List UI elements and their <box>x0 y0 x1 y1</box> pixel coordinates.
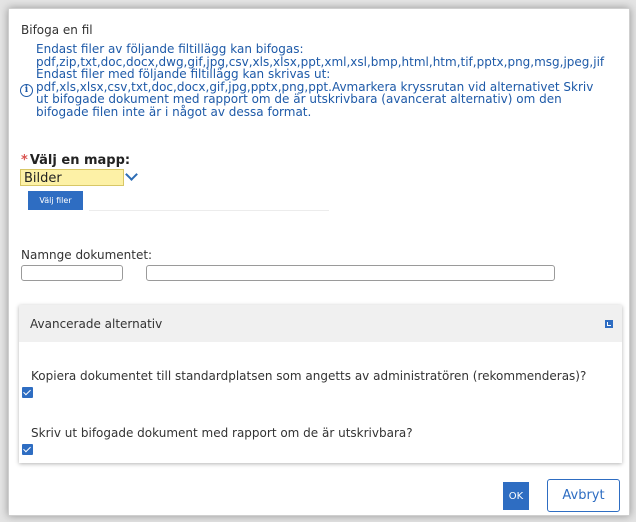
info-line: Endast filer av följande filtillägg kan … <box>36 42 304 56</box>
folder-label: * Välj en mapp: <box>21 153 130 168</box>
print-attachments-checkbox[interactable] <box>22 444 33 455</box>
chevron-down-icon[interactable] <box>125 168 138 181</box>
required-mark: * <box>21 153 28 168</box>
ok-button[interactable]: OK <box>503 482 529 510</box>
file-name-area <box>89 210 329 211</box>
info-message: Endast filer av följande filtillägg kan … <box>36 43 636 119</box>
dialog-title: Bifoga en fil <box>21 23 93 37</box>
folder-label-text: Välj en mapp: <box>29 153 131 168</box>
advanced-options-header[interactable]: Avancerade alternativ <box>19 305 622 342</box>
advanced-options-title: Avancerade alternativ <box>30 317 163 331</box>
info-line: bifogade filen inte är i något av dessa … <box>36 104 312 119</box>
collapse-icon[interactable] <box>605 320 613 328</box>
info-icon: i <box>20 84 33 97</box>
advanced-options-panel: Avancerade alternativ Kopiera dokumentet… <box>19 305 622 463</box>
attach-file-dialog: Bifoga en fil i Endast filer av följande… <box>8 8 630 516</box>
document-name-label: Namnge dokumentet: <box>21 248 153 262</box>
print-attachments-label: Skriv ut bifogade dokument med rapport o… <box>31 426 413 440</box>
document-name-prefix-input[interactable] <box>21 265 123 281</box>
cancel-button[interactable]: Avbryt <box>547 479 620 512</box>
document-name-input[interactable] <box>146 265 555 281</box>
choose-files-button[interactable]: Välj filer <box>28 191 83 210</box>
folder-select[interactable]: Bilder <box>20 169 124 186</box>
info-line: Endast filer med följande filtillägg kan… <box>36 67 331 82</box>
copy-to-default-label: Kopiera dokumentet till standardplatsen … <box>31 369 587 383</box>
copy-to-default-checkbox[interactable] <box>22 387 33 398</box>
